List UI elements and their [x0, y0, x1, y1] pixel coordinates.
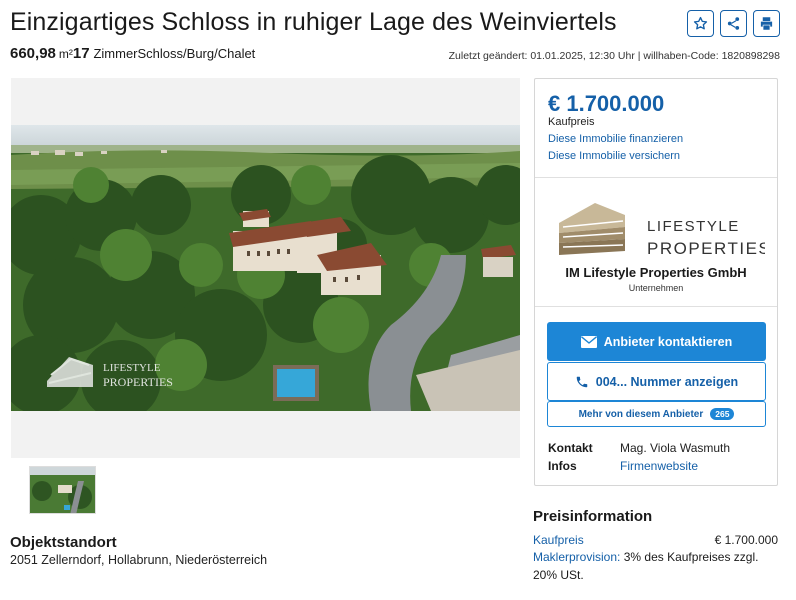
divider	[535, 177, 777, 178]
provision-row: Maklerprovision: 3% des Kaufpreises zzgl…	[533, 550, 778, 564]
price-label: Kaufpreis	[548, 116, 595, 128]
price-info-row: Kaufpreis € 1.700.000	[533, 533, 778, 547]
more-from-seller-button[interactable]: Mehr von diesem Anbieter 265	[547, 401, 766, 427]
share-icon	[727, 17, 740, 30]
kaufpreis-value: € 1.700.000	[714, 533, 778, 547]
favorite-button[interactable]	[687, 10, 714, 37]
show-phone-label: 004... Nummer anzeigen	[595, 374, 739, 389]
listing-meta: Zuletzt geändert: 01.01.2025, 12:30 Uhr …	[448, 50, 780, 62]
image-gallery[interactable]: LIFESTYLE PROPERTIES	[11, 78, 520, 458]
show-phone-button[interactable]: 004... Nummer anzeigen	[547, 362, 766, 401]
contact-person: Mag. Viola Wasmuth	[620, 441, 731, 455]
more-from-seller-label: Mehr von diesem Anbieter	[578, 408, 704, 420]
action-buttons	[687, 10, 780, 37]
main-photo[interactable]: LIFESTYLE PROPERTIES	[11, 125, 520, 411]
provision-label: Maklerprovision:	[533, 550, 621, 564]
phone-icon	[576, 376, 588, 387]
location-heading: Objektstandort	[10, 534, 117, 551]
price-info-heading: Preisinformation	[533, 508, 653, 525]
seller-card: € 1.700.000 Kaufpreis Diese Immobilie fi…	[534, 78, 778, 486]
company-type: Unternehmen	[628, 283, 684, 293]
contact-label: Kontakt	[548, 441, 593, 455]
logo-line1: LIFESTYLE	[647, 218, 740, 235]
rooms-value: 17	[72, 45, 90, 62]
envelope-icon	[580, 335, 597, 348]
star-icon	[693, 16, 708, 30]
insure-link[interactable]: Diese Immobilie versichern	[548, 150, 680, 162]
contact-seller-button[interactable]: Anbieter kontaktieren	[547, 322, 766, 361]
company-logo[interactable]: LIFESTYLE PROPERTIES	[555, 193, 770, 263]
company-name[interactable]: IM Lifestyle Properties GmbH	[535, 265, 777, 280]
provision-row-cont: 20% USt.	[533, 568, 778, 582]
location-address: 2051 Zellerndorf, Hollabrunn, Niederöste…	[10, 553, 268, 567]
area-value: 660,98	[10, 45, 56, 62]
price: € 1.700.000	[548, 91, 665, 116]
listing-facts: 660,98 m²17 ZimmerSchloss/Burg/Chalet	[10, 45, 255, 62]
provision-value-cont: 20% USt.	[533, 568, 584, 582]
watermark-line2: PROPERTIES	[103, 375, 173, 389]
divider	[535, 306, 777, 307]
listing-count-badge: 265	[710, 408, 735, 420]
contact-seller-label: Anbieter kontaktieren	[603, 334, 733, 349]
company-website-link[interactable]: Firmenwebsite	[620, 459, 698, 473]
property-type: ZimmerSchloss/Burg/Chalet	[93, 46, 256, 61]
print-icon	[760, 17, 773, 30]
watermark-line1: LIFESTYLE	[103, 362, 161, 374]
provision-value: 3% des Kaufpreises zzgl.	[623, 550, 759, 564]
area-unit: m²	[58, 47, 73, 61]
logo-line2: PROPERTIES	[647, 239, 765, 258]
infos-label: Infos	[548, 459, 577, 473]
share-button[interactable]	[720, 10, 747, 37]
print-button[interactable]	[753, 10, 780, 37]
kaufpreis-label: Kaufpreis	[533, 533, 584, 547]
gallery-thumbnail[interactable]	[29, 466, 96, 514]
page-title: Einzigartiges Schloss in ruhiger Lage de…	[10, 8, 617, 36]
finance-link[interactable]: Diese Immobilie finanzieren	[548, 133, 683, 145]
